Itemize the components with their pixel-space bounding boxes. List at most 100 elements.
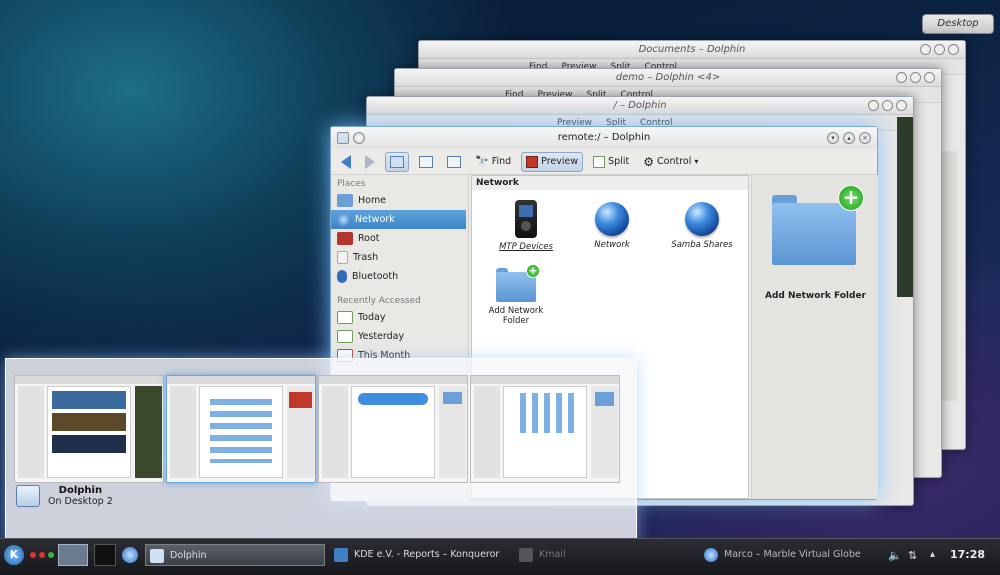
place-root[interactable]: Root [331,229,468,248]
item-label: MTP Devices [499,242,553,252]
icons-view-icon [390,155,404,168]
item-network[interactable]: Network [572,202,652,250]
item-add-network-folder[interactable]: + Add Network Folder [476,264,556,326]
compact-view-button[interactable] [415,152,437,172]
minimize-icon[interactable]: ▾ [827,132,839,144]
preview-icon [526,155,539,168]
close-icon[interactable] [924,72,935,83]
control-button[interactable]: ⚙ Control ▾ [639,152,702,172]
window-title: remote:/ – Dolphin [557,132,651,143]
place-home[interactable]: Home [331,191,468,210]
task-switcher: Dolphin On Desktop 2 [5,358,637,542]
dolphin-app-icon [337,132,349,144]
kmail-icon [519,548,533,562]
task-konqueror[interactable]: KDE e.V. - Reports – Konqueror [330,544,515,566]
details-view-icon [447,155,461,168]
dolphin-app-icon [16,485,40,507]
place-label: Bluetooth [352,271,399,282]
place-bluetooth[interactable]: Bluetooth [331,267,468,286]
compact-view-icon [419,155,433,168]
bluetooth-icon [337,270,347,283]
arrow-right-icon [365,154,375,169]
minimize-icon[interactable] [896,72,907,83]
minimize-icon[interactable] [920,44,931,55]
forward-button[interactable] [361,152,379,172]
item-mtp-devices[interactable]: MTP Devices [486,200,566,252]
find-label: Find [491,156,512,167]
window-titlebar: remote:/ – Dolphin ▾ ▴ × [331,127,877,149]
split-label: Split [608,156,630,167]
maximize-icon[interactable] [910,72,921,83]
binoculars-icon: 🔭 [475,155,489,168]
kde-launcher-icon[interactable]: K [4,545,24,565]
network-globe-icon[interactable] [122,547,138,563]
place-label: Yesterday [358,331,405,342]
details-view-button[interactable] [443,152,465,172]
image-preview-strip [897,117,913,297]
task-kmail[interactable]: Kmail [515,544,605,566]
network-globe-icon [595,202,629,236]
tray-expand-icon[interactable]: ▴ [930,549,935,560]
item-samba-shares[interactable]: Samba Shares [662,202,742,250]
pin-icon[interactable] [353,132,365,144]
desktop-button[interactable]: Desktop [922,14,994,34]
maximize-icon[interactable]: ▴ [843,132,855,144]
place-network[interactable]: Network [331,210,466,229]
item-label: Add Network Folder [488,306,544,326]
activity-indicators[interactable] [30,552,54,558]
window-title: / – Dolphin [367,97,913,115]
chevron-down-icon: ▾ [694,157,699,166]
gear-icon: ⚙ [643,154,654,169]
close-icon[interactable] [948,44,959,55]
task-label: Dolphin [170,550,207,561]
preview-label: Preview [541,156,579,167]
switcher-thumbnail-demo[interactable] [166,375,316,483]
place-label: Home [358,195,387,206]
find-button[interactable]: 🔭 Find [471,152,515,172]
item-label: Network [594,240,630,250]
close-icon[interactable]: × [859,132,871,144]
place-label: Network [355,214,395,225]
pager-desktop-1[interactable] [58,544,88,566]
maximize-icon[interactable] [934,44,945,55]
home-folder-icon [337,194,353,207]
icons-view-button[interactable] [385,151,409,172]
place-label: Today [358,312,386,323]
task-dolphin[interactable]: Dolphin [145,544,325,566]
task-label: Kmail [539,549,566,560]
add-folder-icon: + [496,264,540,302]
close-icon[interactable] [896,100,907,111]
window-title: demo – Dolphin <4> [395,69,941,87]
recent-yesterday[interactable]: Yesterday [331,327,468,346]
back-button[interactable] [337,152,355,172]
calendar-icon [337,330,353,343]
calendar-icon [337,311,353,324]
switcher-window-title: Dolphin [58,485,103,496]
switcher-thumbnail-remote[interactable] [318,375,468,483]
switcher-caption: Dolphin On Desktop 2 [16,485,113,507]
arrow-left-icon [341,154,351,169]
clock[interactable]: 17:28 [950,548,985,561]
place-trash[interactable]: Trash [331,248,468,267]
network-status-icon[interactable]: ⇅ [908,549,917,562]
minimize-icon[interactable] [868,100,879,111]
taskbar: K Dolphin KDE e.V. - Reports – Konqueror… [0,538,1000,575]
preview-button[interactable]: Preview [521,151,584,172]
task-marble[interactable]: Marco – Marble Virtual Globe [700,544,880,566]
recent-today[interactable]: Today [331,308,468,327]
konqueror-icon [334,548,348,562]
task-label: KDE e.V. - Reports – Konqueror [354,549,500,560]
network-globe-icon [337,213,350,226]
volume-icon[interactable]: 🔈 [888,549,902,562]
pager-desktop-2[interactable] [94,544,116,566]
switcher-thumbnail-root[interactable] [470,375,620,483]
marble-globe-icon [704,548,718,562]
maximize-icon[interactable] [882,100,893,111]
place-label: Root [358,233,380,244]
main-toolbar: 🔭 Find Preview Split ⚙ Control ▾ [331,149,877,175]
split-icon [593,155,606,168]
switcher-thumbnail-documents[interactable] [14,375,164,483]
root-folder-icon [337,232,353,245]
split-button[interactable]: Split [589,152,633,172]
control-label: Control [657,156,692,167]
